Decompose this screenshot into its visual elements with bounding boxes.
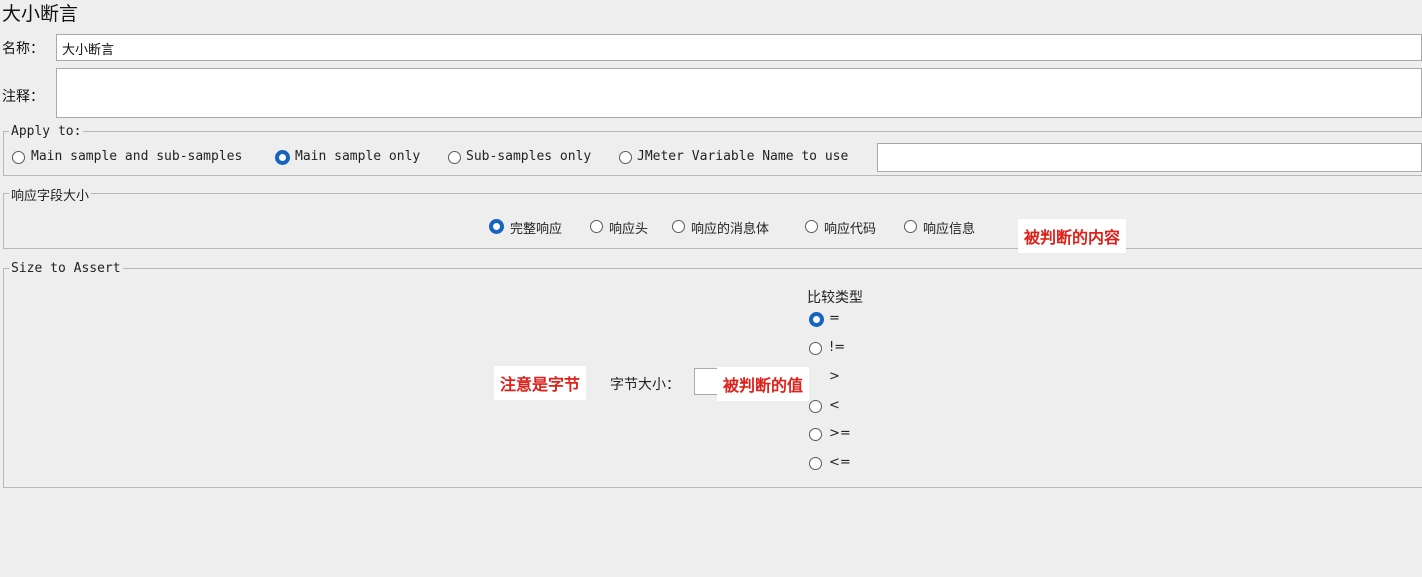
page-title: 大小断言 xyxy=(2,3,79,25)
radio-response-code-label: 响应代码 xyxy=(824,222,877,237)
name-label: 名称： xyxy=(2,41,44,57)
radio-compare-equal-label: = xyxy=(829,311,840,326)
radio-compare-greater-equal-label: >= xyxy=(829,426,851,441)
radio-main-and-sub-label: Main sample and sub-samples xyxy=(31,149,243,164)
radio-main-and-sub[interactable] xyxy=(12,151,25,164)
name-input-value: 大小断言 xyxy=(62,43,115,58)
radio-response-message-label: 响应信息 xyxy=(923,222,976,237)
radio-response-body[interactable] xyxy=(672,220,685,233)
radio-response-headers-label: 响应头 xyxy=(609,222,649,237)
radio-jmeter-variable[interactable] xyxy=(619,151,632,164)
comparison-type-label: 比较类型 xyxy=(807,290,863,306)
bytes-annotation: 注意是字节 xyxy=(494,366,587,400)
radio-compare-equal[interactable] xyxy=(809,312,824,327)
radio-response-message[interactable] xyxy=(904,220,917,233)
comment-input[interactable] xyxy=(56,68,1422,118)
radio-compare-not-equal-label: != xyxy=(829,340,846,355)
response-content-annotation: 被判断的内容 xyxy=(1018,219,1127,253)
jmeter-variable-input[interactable] xyxy=(877,143,1422,172)
size-to-assert-legend: Size to Assert xyxy=(9,261,123,276)
radio-compare-less[interactable] xyxy=(809,400,822,413)
radio-sub-only[interactable] xyxy=(448,151,461,164)
radio-compare-not-equal[interactable] xyxy=(809,342,822,355)
radio-compare-less-equal[interactable] xyxy=(809,457,822,470)
radio-main-only[interactable] xyxy=(275,150,290,165)
comment-label: 注释： xyxy=(2,89,44,105)
radio-compare-less-label: < xyxy=(829,398,840,413)
radio-response-code[interactable] xyxy=(805,220,818,233)
radio-full-response-label: 完整响应 xyxy=(510,222,563,237)
radio-compare-greater-label: > xyxy=(829,369,840,384)
radio-jmeter-variable-label: JMeter Variable Name to use xyxy=(637,149,849,164)
size-in-bytes-label: 字节大小： xyxy=(610,377,680,393)
radio-compare-greater-equal[interactable] xyxy=(809,428,822,441)
radio-response-body-label: 响应的消息体 xyxy=(691,222,770,237)
radio-response-headers[interactable] xyxy=(590,220,603,233)
radio-full-response[interactable] xyxy=(489,219,504,234)
response-field-legend: 响应字段大小 xyxy=(9,185,92,204)
radio-compare-less-equal-label: <= xyxy=(829,455,851,470)
radio-sub-only-label: Sub-samples only xyxy=(466,149,592,164)
apply-to-legend: Apply to: xyxy=(9,124,84,139)
name-input[interactable]: 大小断言 xyxy=(56,34,1422,61)
radio-main-only-label: Main sample only xyxy=(295,149,421,164)
value-annotation: 被判断的值 xyxy=(717,367,810,401)
